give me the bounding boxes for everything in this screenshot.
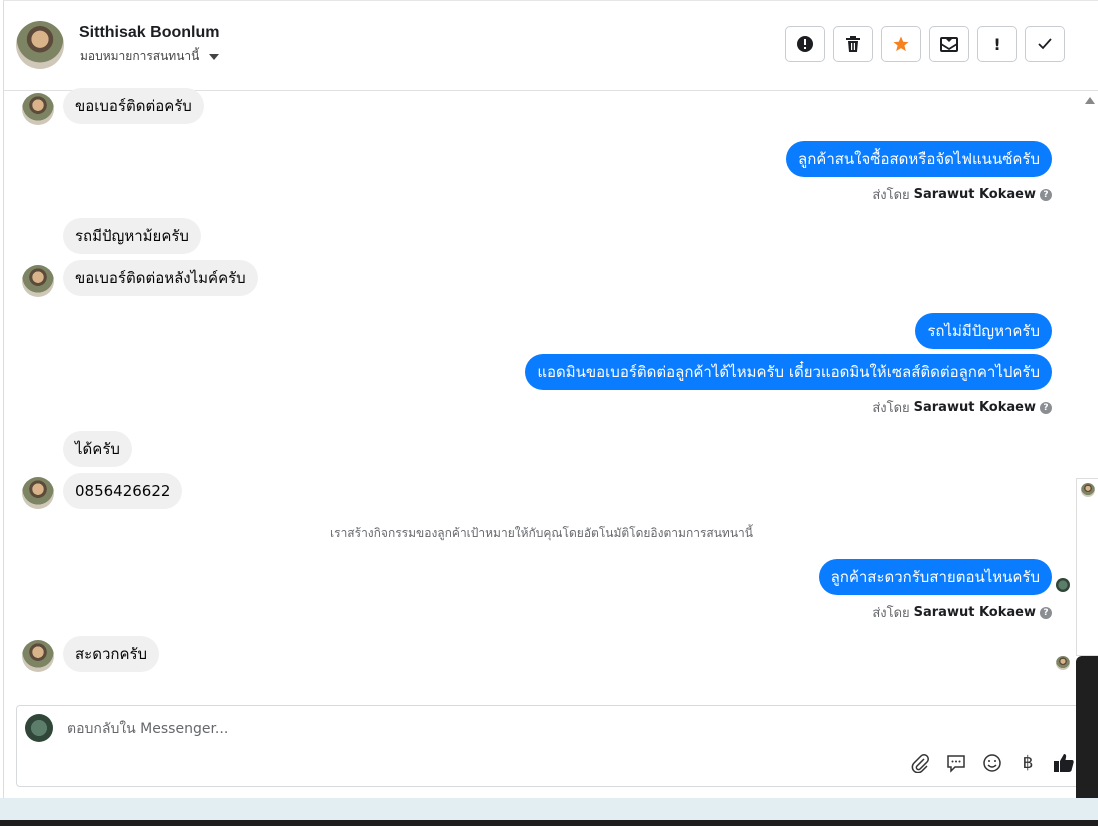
sender-avatar (22, 93, 54, 125)
smiley-icon (983, 754, 1001, 772)
outgoing-message[interactable]: รถไม่มีปัญหาครับ (915, 313, 1052, 349)
outgoing-message[interactable]: ลูกค้าสนใจซื้อสดหรือจัดไฟแนนซ์ครับ (786, 141, 1052, 177)
contact-avatar[interactable] (16, 21, 64, 69)
scroll-up-arrow-icon[interactable] (1085, 97, 1095, 104)
help-icon[interactable]: ? (1040, 401, 1052, 414)
help-icon[interactable]: ? (1040, 188, 1052, 201)
payment-button[interactable]: ฿ (1017, 752, 1039, 774)
caret-down-icon (209, 53, 220, 60)
reply-composer: ฿ (16, 705, 1082, 787)
contact-name[interactable]: Sitthisak Boonlum (79, 24, 219, 42)
incoming-message[interactable]: รถมีปัญหาม้ยครับ (63, 218, 201, 254)
outgoing-message[interactable]: แอดมินขอเบอร์ติดต่อลูกค้าได้ไหมครับ เดี๋… (525, 354, 1052, 390)
notification-popup-edge[interactable] (1076, 656, 1098, 810)
sender-avatar (22, 265, 54, 297)
delete-button[interactable] (833, 26, 873, 62)
conversation-panel: Sitthisak Boonlum มอบหมายการสนทนานี้ ! ข… (3, 0, 1098, 798)
header-actions: ! (785, 26, 1065, 62)
sent-by-name: Sarawut Kokaew (913, 605, 1036, 620)
follow-up-button[interactable]: ! (977, 26, 1017, 62)
composer-tools: ฿ (909, 752, 1075, 774)
sent-by-label: ส่งโดย Sarawut Kokaew ? (872, 397, 1052, 418)
trash-icon (846, 36, 860, 52)
seen-avatar (1056, 656, 1070, 670)
sender-avatar (22, 477, 54, 509)
page-avatar (25, 714, 53, 742)
side-panel-edge[interactable] (1076, 478, 1098, 656)
sender-avatar (22, 640, 54, 672)
paperclip-icon (911, 754, 929, 773)
sent-by-prefix: ส่งโดย (872, 606, 910, 621)
read-receipt-avatar (1056, 578, 1070, 592)
incoming-message[interactable]: ได้ครับ (63, 431, 132, 467)
system-note: เราสร้างกิจกรรมของลูกค้าเป้าหมายให้กับคุ… (330, 526, 753, 540)
os-taskbar (0, 820, 1098, 826)
emoji-button[interactable] (981, 752, 1003, 774)
sent-by-label: ส่งโดย Sarawut Kokaew ? (872, 184, 1052, 205)
mark-spam-button[interactable] (785, 26, 825, 62)
incoming-message[interactable]: 0856426622 (63, 473, 183, 509)
outgoing-message[interactable]: ลูกค้าสะดวกรับสายตอนไหนครับ (818, 559, 1052, 595)
browser-bottom-strip (0, 798, 1098, 820)
reply-input[interactable] (65, 720, 769, 738)
saved-replies-button[interactable] (945, 752, 967, 774)
sent-by-name: Sarawut Kokaew (913, 187, 1036, 202)
help-icon[interactable]: ? (1040, 606, 1052, 619)
speech-bubble-icon (947, 755, 965, 773)
conversation-header: Sitthisak Boonlum มอบหมายการสนทนานี้ ! (4, 1, 1098, 91)
sent-by-label: ส่งโดย Sarawut Kokaew ? (872, 602, 1052, 623)
mark-done-button[interactable] (1025, 26, 1065, 62)
attach-button[interactable] (909, 752, 931, 774)
sent-by-prefix: ส่งโดย (872, 401, 910, 416)
star-icon (893, 36, 909, 52)
baht-icon: ฿ (1022, 753, 1034, 773)
alert-circle-icon (797, 36, 813, 52)
mail-archive-icon (940, 37, 958, 52)
incoming-message[interactable]: สะดวกครับ (63, 636, 160, 672)
mark-unread-button[interactable] (929, 26, 969, 62)
thumbs-up-icon (1054, 754, 1074, 772)
side-panel-avatar (1081, 483, 1095, 497)
sent-by-prefix: ส่งโดย (872, 188, 910, 203)
assign-conversation-dropdown[interactable]: มอบหมายการสนทนานี้ (80, 47, 220, 66)
sent-by-name: Sarawut Kokaew (913, 400, 1036, 415)
check-icon (1038, 38, 1052, 50)
incoming-message[interactable]: ขอเบอร์ติดต่อครับ (63, 88, 204, 124)
incoming-message[interactable]: ขอเบอร์ติดต่อหลังไมค์ครับ (63, 260, 258, 296)
assign-label: มอบหมายการสนทนานี้ (80, 49, 200, 63)
exclamation-icon: ! (993, 34, 1001, 54)
like-button[interactable] (1053, 752, 1075, 774)
star-button[interactable] (881, 26, 921, 62)
